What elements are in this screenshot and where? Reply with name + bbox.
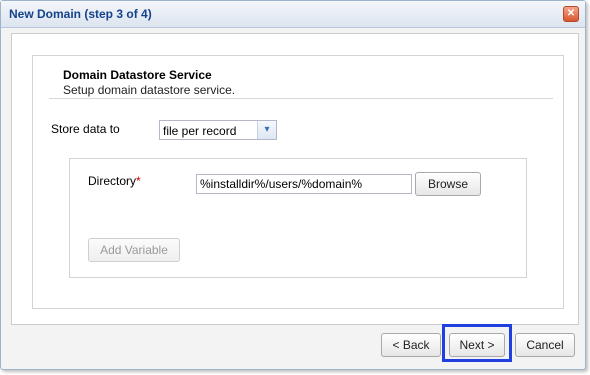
store-data-selected-value: file per record <box>163 124 237 138</box>
cancel-button[interactable]: Cancel <box>515 333 575 357</box>
close-icon[interactable]: ✕ <box>563 6 579 22</box>
dialog-title: New Domain (step 3 of 4) <box>9 7 152 21</box>
directory-label-text: Directory <box>88 174 137 188</box>
browse-button[interactable]: Browse <box>415 172 481 196</box>
back-button[interactable]: < Back <box>381 333 441 357</box>
store-data-select[interactable]: file per record ▾ <box>159 120 277 140</box>
new-domain-dialog: New Domain (step 3 of 4) ✕ Domain Datast… <box>0 0 586 370</box>
required-asterisk: * <box>136 174 141 188</box>
store-data-label: Store data to <box>51 122 120 136</box>
add-variable-button[interactable]: Add Variable <box>88 238 180 262</box>
directory-input[interactable] <box>196 174 412 194</box>
directory-settings-box: Directory* Browse Add Variable <box>69 158 527 278</box>
datastore-panel: Domain Datastore Service Setup domain da… <box>32 55 564 309</box>
dialog-footer: < Back Next > Cancel <box>1 324 585 369</box>
directory-label: Directory* <box>88 174 141 188</box>
dialog-body: Domain Datastore Service Setup domain da… <box>11 33 579 325</box>
section-title: Domain Datastore Service <box>63 68 212 82</box>
section-divider <box>49 98 553 99</box>
next-button[interactable]: Next > <box>449 333 505 357</box>
section-subtitle: Setup domain datastore service. <box>63 83 236 97</box>
title-bar[interactable]: New Domain (step 3 of 4) ✕ <box>1 1 585 28</box>
chevron-down-icon[interactable]: ▾ <box>257 121 276 139</box>
